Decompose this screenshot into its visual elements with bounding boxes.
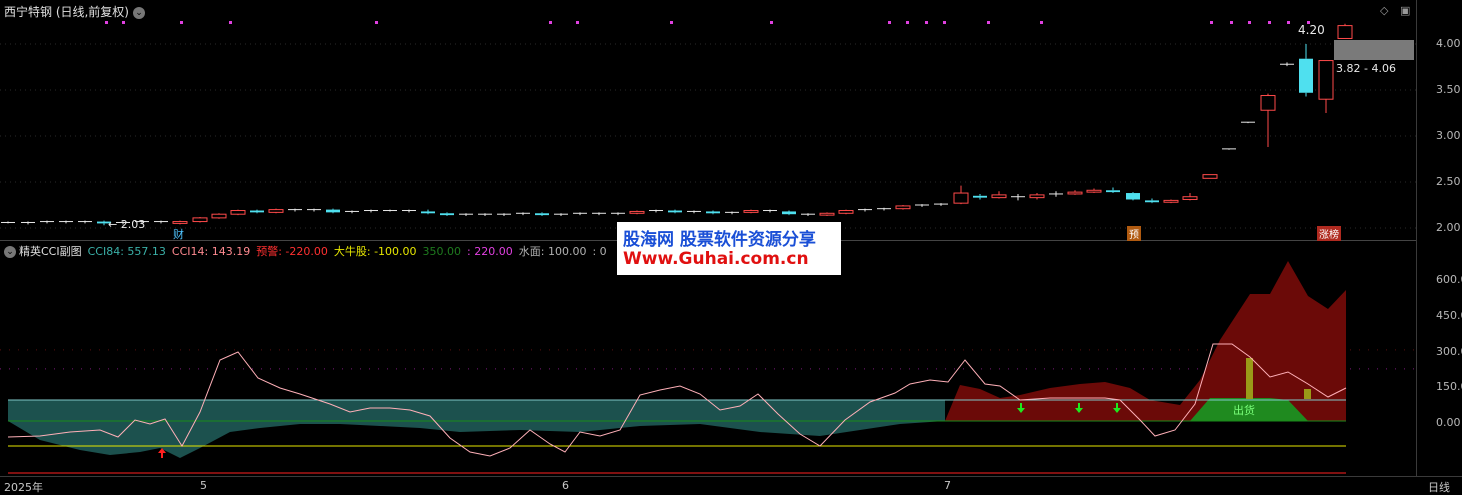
signal-bar	[1246, 358, 1253, 399]
x-label-june: 6	[562, 479, 569, 492]
watermark-line2: Www.Guhai.com.cn	[623, 249, 809, 269]
period-label[interactable]: 日线	[1428, 479, 1450, 495]
chuhuo-label: 出货	[1233, 404, 1255, 417]
x-label-year: 2025年	[4, 481, 43, 494]
ind-y-tick: 450.00	[1436, 309, 1462, 322]
y-tick: 2.00	[1436, 221, 1461, 234]
y-tick: 3.00	[1436, 129, 1461, 142]
watermark-line1: 股海网 股票软件资源分享	[623, 230, 816, 250]
ind-y-tick: 150.00	[1436, 380, 1462, 393]
teal-area	[8, 400, 945, 421]
teal-area-low	[8, 421, 945, 458]
x-label-july: 7	[944, 479, 951, 492]
signal-bar	[1304, 389, 1311, 399]
ind-y-tick: 300.00	[1436, 345, 1462, 358]
red-area	[945, 261, 1346, 421]
ind-y-tick: 600.00	[1436, 273, 1462, 286]
y-tick: 4.00	[1436, 37, 1461, 50]
right-axis-line	[1416, 0, 1417, 476]
y-tick: 3.50	[1436, 83, 1461, 96]
y-tick: 2.50	[1436, 175, 1461, 188]
bottom-axis-line	[0, 476, 1462, 477]
x-label-may: 5	[200, 479, 207, 492]
ind-y-tick: 0.00	[1436, 416, 1461, 429]
watermark-banner: 股海网 股票软件资源分享 Www.Guhai.com.cn	[617, 222, 841, 275]
